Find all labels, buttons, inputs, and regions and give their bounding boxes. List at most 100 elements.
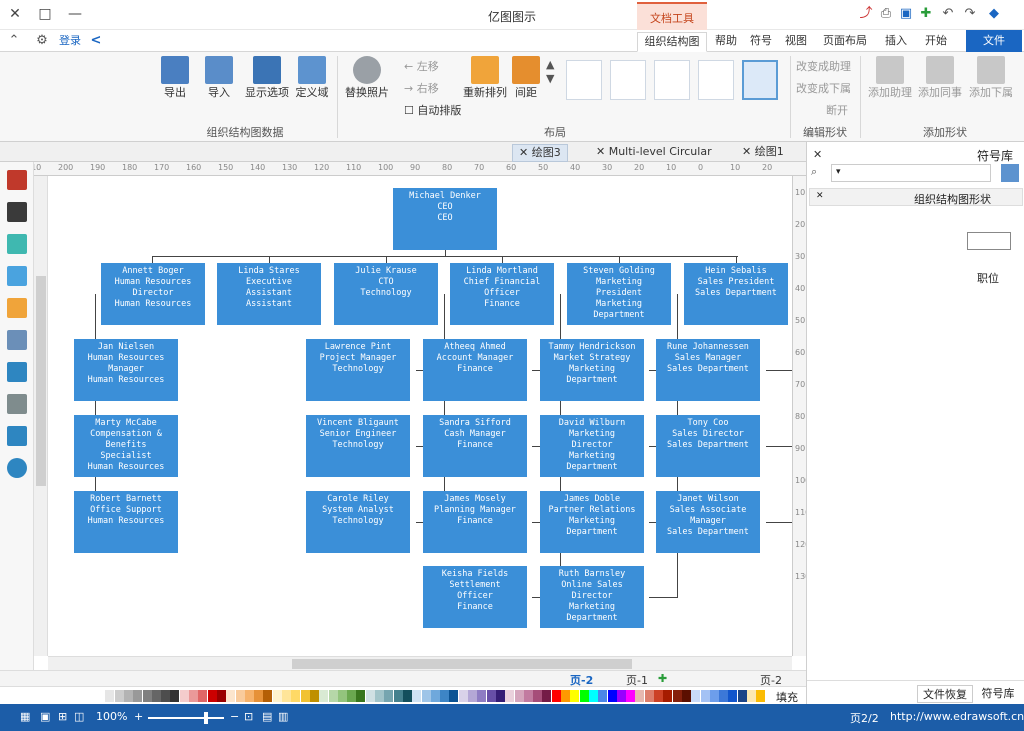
color-swatch[interactable] — [654, 690, 663, 702]
image-icon[interactable] — [7, 266, 27, 286]
layout-style-1[interactable] — [566, 60, 602, 100]
layers-icon[interactable] — [7, 298, 27, 318]
spin-down-icon[interactable]: ▼ — [546, 72, 554, 85]
color-swatch[interactable] — [514, 690, 524, 702]
color-swatch[interactable] — [244, 690, 254, 702]
color-swatch[interactable] — [161, 690, 171, 702]
panel-close-icon[interactable]: ✕ — [813, 148, 822, 161]
color-swatch[interactable] — [607, 690, 617, 702]
color-swatch[interactable] — [523, 690, 533, 702]
horizontal-scroll-thumb[interactable] — [292, 659, 632, 669]
format-painter-icon[interactable] — [7, 170, 27, 190]
tab-file[interactable]: 文件 — [966, 30, 1022, 52]
move-left-button[interactable]: ← 左移 — [404, 58, 439, 74]
color-swatch[interactable] — [328, 690, 338, 702]
spin-up-icon[interactable]: ▲ — [546, 58, 554, 71]
color-swatch[interactable] — [430, 690, 440, 702]
color-swatch[interactable] — [198, 690, 208, 702]
org-node[interactable]: Marty McCabe Compensation & Benefits Specia… — [74, 415, 178, 477]
tab-insert[interactable]: 插入 — [880, 32, 912, 52]
doc-tab-multilevel[interactable]: ✕ Multi-level Circular — [590, 144, 718, 162]
rearrange-button[interactable]: 重新排列 — [462, 56, 508, 100]
color-swatch[interactable] — [570, 690, 580, 702]
tab-symbols[interactable]: 符号 — [745, 32, 777, 52]
context-tools-tab[interactable]: 文档工具 — [637, 2, 707, 30]
library-grid-icon[interactable] — [1001, 164, 1019, 182]
color-swatch[interactable] — [468, 690, 477, 702]
diagram-canvas[interactable]: Michael Denker CEO CEO Hein Sebalis Sales Pr… — [48, 176, 792, 656]
color-swatch[interactable] — [495, 690, 505, 702]
layout-style-3[interactable] — [654, 60, 690, 100]
document-icon[interactable] — [7, 394, 27, 414]
spacing-button[interactable]: 间距 — [510, 56, 542, 100]
tab-view[interactable]: 视图 — [780, 32, 812, 52]
zoom-in-icon[interactable]: + — [134, 710, 143, 723]
color-swatch[interactable] — [347, 690, 357, 702]
change-to-subordinate-button[interactable]: 改变成下属 — [796, 80, 851, 96]
line-tool-icon[interactable] — [7, 202, 27, 222]
color-swatch[interactable] — [533, 690, 543, 702]
zoom-out-icon[interactable]: − — [230, 710, 239, 723]
org-node[interactable]: Michael Denker CEO CEO — [393, 188, 497, 250]
org-node[interactable]: Linda Stares Executive Assistant Assistant — [217, 263, 321, 325]
org-node[interactable]: Julie Krause CTO Technology — [334, 263, 438, 325]
color-swatch[interactable] — [561, 690, 570, 702]
color-swatch[interactable] — [263, 690, 273, 702]
login-link[interactable]: 登录 — [56, 32, 84, 52]
comment-icon[interactable] — [7, 426, 27, 446]
color-swatch[interactable] — [505, 690, 515, 702]
color-swatch[interactable] — [663, 690, 673, 702]
org-node[interactable]: Atheeq Ahmed Account Manager Finance — [423, 339, 527, 401]
replace-photo-button[interactable]: 替换照片 — [344, 56, 390, 100]
color-swatch[interactable] — [272, 690, 282, 702]
org-node[interactable]: James Mosely Planning Manager Finance — [423, 491, 527, 553]
collapse-ribbon-icon[interactable]: ⌃ — [6, 33, 22, 49]
color-swatch[interactable] — [756, 690, 766, 702]
color-swatch[interactable] — [644, 690, 654, 702]
org-node[interactable]: Tony Coo Sales Director Sales Department — [656, 415, 760, 477]
org-node[interactable]: Ruth Barnsley Online Sales Director Marketi… — [540, 566, 644, 628]
export-button[interactable]: 导出 — [158, 56, 192, 100]
color-swatch[interactable] — [319, 690, 329, 702]
tab-symbol-library[interactable]: 符号库 — [975, 685, 1021, 703]
add-colleague-button[interactable]: 添加同事 — [916, 56, 964, 100]
fill-icon[interactable] — [7, 234, 27, 254]
org-node[interactable]: Linda Mortland Chief Financial Officer Fina… — [450, 263, 554, 325]
website-link[interactable]: http://www.edrawsoft.cn/ — [890, 710, 1024, 723]
save-icon[interactable]: ▣ — [898, 6, 914, 22]
tab-help[interactable]: 帮助 — [710, 32, 742, 52]
move-right-button[interactable]: → 右移 — [404, 80, 439, 96]
doc-tab-drawing1[interactable]: ✕ 绘图1 — [736, 144, 790, 162]
import-button[interactable]: 导入 — [202, 56, 236, 100]
fit-width-icon[interactable]: ▣ — [40, 710, 50, 723]
color-swatch[interactable] — [207, 690, 217, 702]
org-node[interactable]: Carole Riley System Analyst Technology — [306, 491, 410, 553]
color-swatch[interactable] — [114, 690, 124, 702]
color-swatch[interactable] — [421, 690, 431, 702]
layout-style-2[interactable] — [610, 60, 646, 100]
color-swatch[interactable] — [747, 690, 756, 702]
page-icon[interactable] — [7, 330, 27, 350]
auto-layout-checkbox[interactable]: ☐ 自动排版 — [404, 102, 461, 118]
org-node[interactable]: Sandra Sifford Cash Manager Finance — [423, 415, 527, 477]
zoom-slider-handle[interactable] — [204, 712, 208, 724]
color-swatch[interactable] — [691, 690, 701, 702]
color-swatch[interactable] — [291, 690, 301, 702]
share-icon[interactable]: ⤴ — [858, 6, 874, 22]
color-swatch[interactable] — [681, 690, 691, 702]
help-icon[interactable] — [7, 458, 27, 478]
org-node[interactable]: Steven Golding Marketing President Marketin… — [567, 263, 671, 325]
color-swatch[interactable] — [142, 690, 152, 702]
color-swatch[interactable] — [728, 690, 738, 702]
color-swatch[interactable] — [254, 690, 264, 702]
display-options-button[interactable]: 显示选项 — [244, 56, 290, 100]
org-node[interactable]: David Wilburn Marketing Director Marketing D… — [540, 415, 644, 477]
color-swatch[interactable] — [626, 690, 636, 702]
color-swatch[interactable] — [458, 690, 468, 702]
app-logo-icon[interactable]: ◆ — [986, 6, 1002, 22]
horizontal-scrollbar[interactable] — [48, 656, 792, 670]
add-page-icon[interactable]: ✚ — [658, 672, 667, 685]
color-swatch[interactable] — [105, 690, 115, 702]
search-icon[interactable]: ⌕ — [811, 165, 817, 179]
color-swatch[interactable] — [719, 690, 729, 702]
